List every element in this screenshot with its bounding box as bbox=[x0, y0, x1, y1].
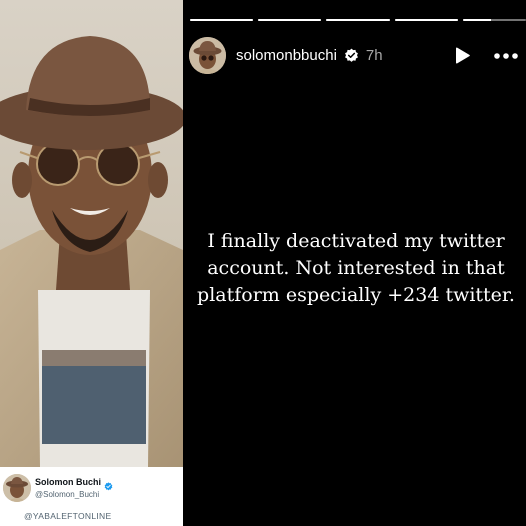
story-progress-fill bbox=[190, 19, 254, 21]
watermark: @YABALEFTONLINE bbox=[24, 511, 112, 521]
instagram-story[interactable]: solomonbbuchi 7h I finally deactivated m… bbox=[186, 0, 526, 526]
tweet-avatar[interactable] bbox=[3, 474, 31, 502]
story-header: solomonbbuchi 7h bbox=[189, 37, 523, 75]
story-progress-fill bbox=[258, 19, 322, 21]
story-progress-segment bbox=[190, 19, 254, 21]
verified-badge-icon bbox=[104, 478, 113, 490]
story-progress-segment bbox=[462, 19, 526, 21]
story-progress-fill bbox=[326, 19, 390, 21]
tweet-profile-card: Solomon Buchi @Solomon_Buchi @YABALEFTON… bbox=[0, 467, 183, 526]
tweet-screenshot-panel: Solomon Buchi @Solomon_Buchi @YABALEFTON… bbox=[0, 0, 183, 526]
story-username[interactable]: solomonbbuchi bbox=[236, 47, 337, 64]
story-progress-segment bbox=[258, 19, 322, 21]
tweet-display-name[interactable]: Solomon Buchi bbox=[35, 477, 101, 487]
story-avatar[interactable] bbox=[189, 37, 226, 74]
story-progress-fill bbox=[462, 19, 492, 21]
play-icon[interactable] bbox=[452, 46, 472, 66]
story-text: I finally deactivated my twitter account… bbox=[197, 230, 515, 306]
profile-photo bbox=[0, 0, 183, 467]
tweet-handle[interactable]: @Solomon_Buchi bbox=[35, 490, 99, 499]
story-progress-fill bbox=[394, 19, 458, 21]
story-timestamp: 7h bbox=[365, 47, 383, 64]
story-progress-segment bbox=[326, 19, 390, 21]
verified-badge-icon bbox=[344, 48, 359, 63]
more-options-icon[interactable] bbox=[492, 46, 520, 66]
story-progress-bars bbox=[190, 19, 526, 22]
story-progress-segment bbox=[394, 19, 458, 21]
